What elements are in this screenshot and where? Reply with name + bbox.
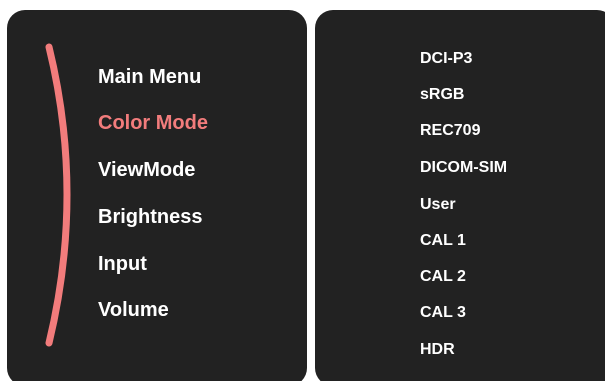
- osd-menu: Main Menu Color Mode ViewMode Brightness…: [0, 0, 605, 381]
- option-cal-2[interactable]: CAL 2: [420, 267, 466, 287]
- option-dci-p3[interactable]: DCI-P3: [420, 49, 472, 69]
- option-hdr[interactable]: HDR: [420, 340, 455, 360]
- menu-item-volume[interactable]: Volume: [98, 298, 169, 322]
- menu-item-brightness[interactable]: Brightness: [98, 205, 202, 229]
- menu-item-viewmode[interactable]: ViewMode: [98, 158, 195, 182]
- option-rec709[interactable]: REC709: [420, 121, 480, 141]
- option-cal-1[interactable]: CAL 1: [420, 231, 466, 251]
- color-mode-submenu-panel: DCI-P3 sRGB REC709 DICOM-SIM User CAL 1 …: [315, 10, 605, 381]
- option-dicom-sim[interactable]: DICOM-SIM: [420, 158, 507, 178]
- menu-item-color-mode[interactable]: Color Mode: [98, 111, 208, 135]
- menu-item-input[interactable]: Input: [98, 252, 147, 276]
- option-srgb[interactable]: sRGB: [420, 85, 464, 105]
- menu-item-main-menu[interactable]: Main Menu: [98, 65, 201, 89]
- option-user[interactable]: User: [420, 195, 456, 215]
- scroll-arc-indicator: [45, 43, 71, 347]
- option-cal-3[interactable]: CAL 3: [420, 303, 466, 323]
- main-menu-panel: Main Menu Color Mode ViewMode Brightness…: [7, 10, 307, 381]
